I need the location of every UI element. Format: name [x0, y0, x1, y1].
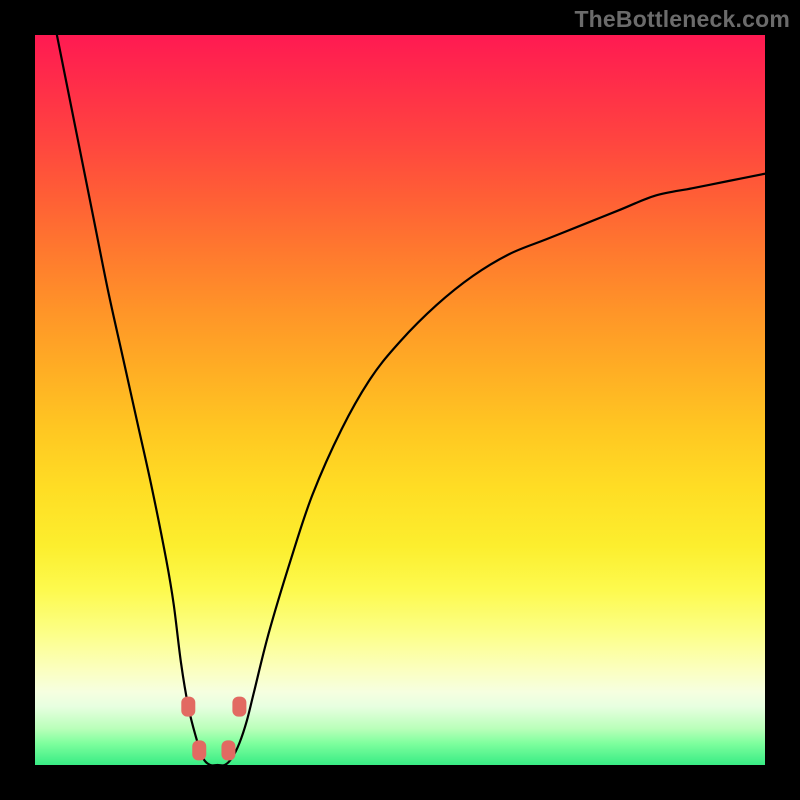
watermark-text: TheBottleneck.com: [574, 6, 790, 33]
curve-layer: [57, 35, 765, 765]
bottleneck-curve-svg: [35, 35, 765, 765]
chart-frame: TheBottleneck.com: [0, 0, 800, 800]
curve-marker: [192, 740, 206, 760]
bottleneck-curve: [57, 35, 765, 765]
plot-area: [35, 35, 765, 765]
curve-marker: [181, 697, 195, 717]
curve-marker: [221, 740, 235, 760]
curve-marker: [232, 697, 246, 717]
